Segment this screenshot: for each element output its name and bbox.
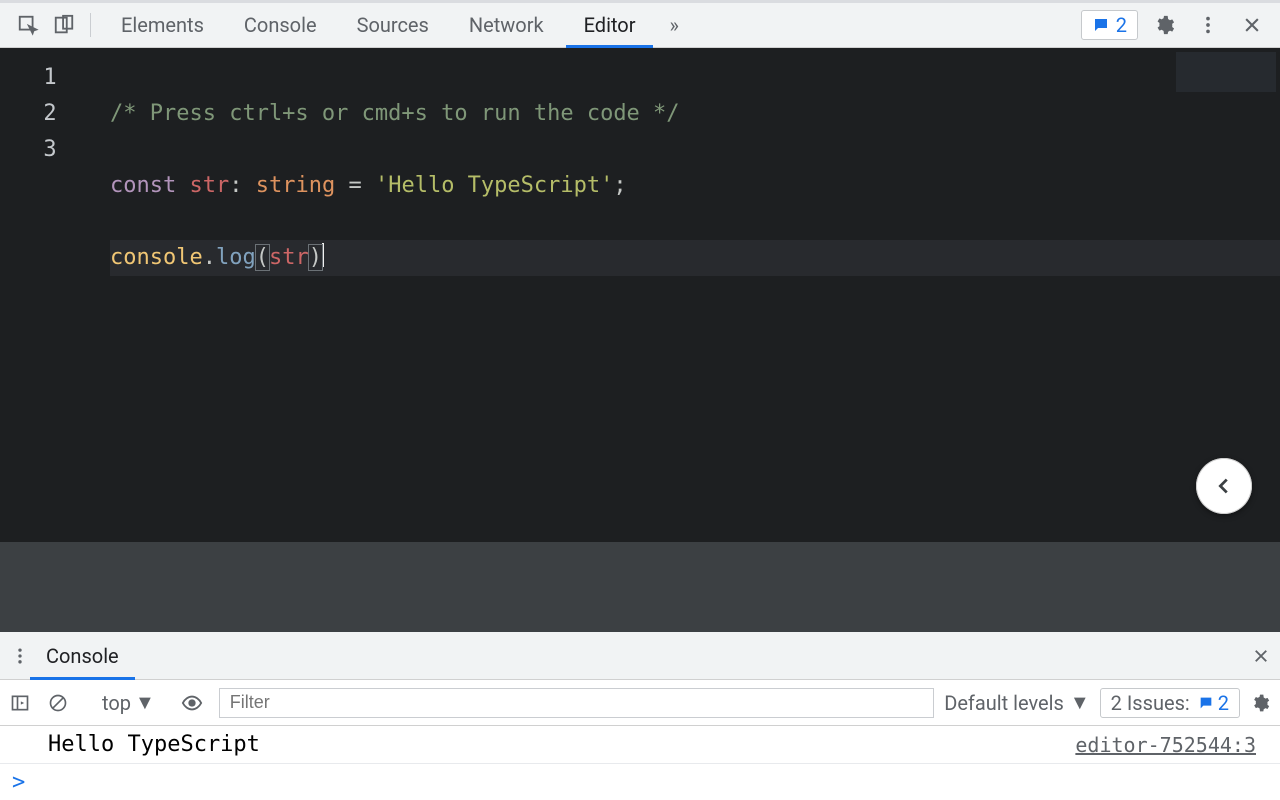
tab-editor[interactable]: Editor — [566, 3, 654, 47]
code-line: const str: string = 'Hello TypeScript'; — [110, 168, 1280, 204]
drawer-header: Console — [0, 632, 1280, 680]
code-line: console.log(str) — [110, 240, 1280, 276]
tab-console[interactable]: Console — [226, 3, 335, 47]
tab-sources[interactable]: Sources — [339, 3, 447, 47]
filter-input[interactable] — [219, 688, 934, 718]
tabs-overflow-icon[interactable]: » — [657, 3, 690, 47]
chevron-down-icon: ▼ — [1070, 690, 1090, 715]
device-toggle-icon[interactable] — [46, 7, 82, 43]
settings-icon[interactable] — [1146, 7, 1182, 43]
chevron-down-icon: ▼ — [135, 690, 155, 715]
console-output-text: Hello TypeScript — [48, 732, 260, 757]
console-message: Hello TypeScript editor-752544:3 — [0, 726, 1280, 764]
close-icon[interactable] — [1234, 7, 1270, 43]
code-editor[interactable]: 1 2 3 /* Press ctrl+s or cmd+s to run th… — [0, 48, 1280, 542]
chat-icon — [1092, 16, 1110, 34]
tab-elements[interactable]: Elements — [103, 3, 222, 47]
inspect-icon[interactable] — [10, 7, 46, 43]
code-area[interactable]: /* Press ctrl+s or cmd+s to run the code… — [100, 48, 1280, 542]
drawer-kebab-icon[interactable] — [10, 646, 30, 666]
console-toolbar: top ▼ Default levels ▼ 2 Issues: 2 — [0, 680, 1280, 726]
issues-count: 2 — [1116, 13, 1127, 37]
line-gutter: 1 2 3 — [0, 48, 100, 542]
console-sidebar-toggle-icon[interactable] — [10, 693, 38, 713]
devtools-tabs: Elements Console Sources Network Editor … — [103, 3, 691, 47]
text-cursor — [322, 243, 324, 267]
context-label: top — [102, 691, 131, 715]
line-number: 3 — [0, 132, 100, 168]
execution-context-select[interactable]: top ▼ — [96, 690, 161, 715]
issues-button[interactable]: 2 Issues: 2 — [1100, 688, 1240, 718]
drawer-close-icon[interactable] — [1252, 647, 1270, 665]
chat-icon — [1198, 695, 1214, 711]
line-number: 1 — [0, 60, 100, 96]
clear-console-icon[interactable] — [48, 693, 76, 713]
live-expression-icon[interactable] — [181, 692, 209, 714]
prompt-chevron-icon: > — [12, 770, 25, 795]
console-source-link[interactable]: editor-752544:3 — [1075, 733, 1256, 757]
kebab-menu-icon[interactable] — [1190, 7, 1226, 43]
chevron-left-icon — [1213, 475, 1235, 497]
line-number: 2 — [0, 96, 100, 132]
topbar-right: 2 — [1081, 7, 1270, 43]
issues-badge[interactable]: 2 — [1081, 10, 1138, 40]
divider — [90, 13, 91, 37]
code-line: /* Press ctrl+s or cmd+s to run the code… — [110, 96, 1280, 132]
log-levels-select[interactable]: Default levels ▼ — [944, 690, 1089, 715]
drawer-tab-console[interactable]: Console — [30, 632, 135, 679]
levels-label: Default levels — [944, 691, 1064, 715]
tab-network[interactable]: Network — [451, 3, 562, 47]
panel-splitter[interactable] — [0, 542, 1280, 632]
collapse-fab-button[interactable] — [1196, 458, 1252, 514]
console-prompt[interactable]: > — [0, 764, 1280, 800]
console-settings-icon[interactable] — [1250, 693, 1270, 713]
issues-count-badge: 2 — [1198, 691, 1229, 715]
issues-label: 2 Issues: — [1111, 691, 1190, 715]
devtools-topbar: Elements Console Sources Network Editor … — [0, 0, 1280, 48]
